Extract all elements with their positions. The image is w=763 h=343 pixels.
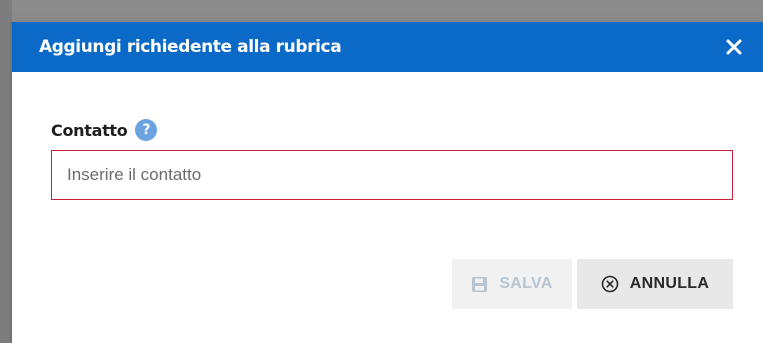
save-button-label: SALVA [499,275,553,292]
close-circle-icon [601,275,619,293]
floppy-disk-icon [471,276,488,293]
dialog-body: Contatto ? SALVA [12,72,763,343]
backdrop-edge [0,0,12,343]
close-icon [726,39,742,55]
add-requester-dialog: Aggiungi richiedente alla rubrica Contat… [12,22,763,343]
dialog-actions: SALVA ANNULLA [452,259,733,309]
close-button[interactable] [723,36,745,58]
dialog-header: Aggiungi richiedente alla rubrica [12,22,763,72]
cancel-button-label: ANNULLA [629,275,710,292]
question-circle-icon[interactable]: ? [135,119,158,141]
contact-label-row: Contatto ? [51,119,158,141]
cancel-button[interactable]: ANNULLA [577,259,733,309]
dialog-title: Aggiungi richiedente alla rubrica [39,37,342,57]
backdrop [0,0,763,12]
save-button[interactable]: SALVA [452,259,572,309]
contact-input[interactable] [51,150,733,200]
contact-label: Contatto [51,120,128,140]
help-icon-glyph: ? [142,122,151,138]
